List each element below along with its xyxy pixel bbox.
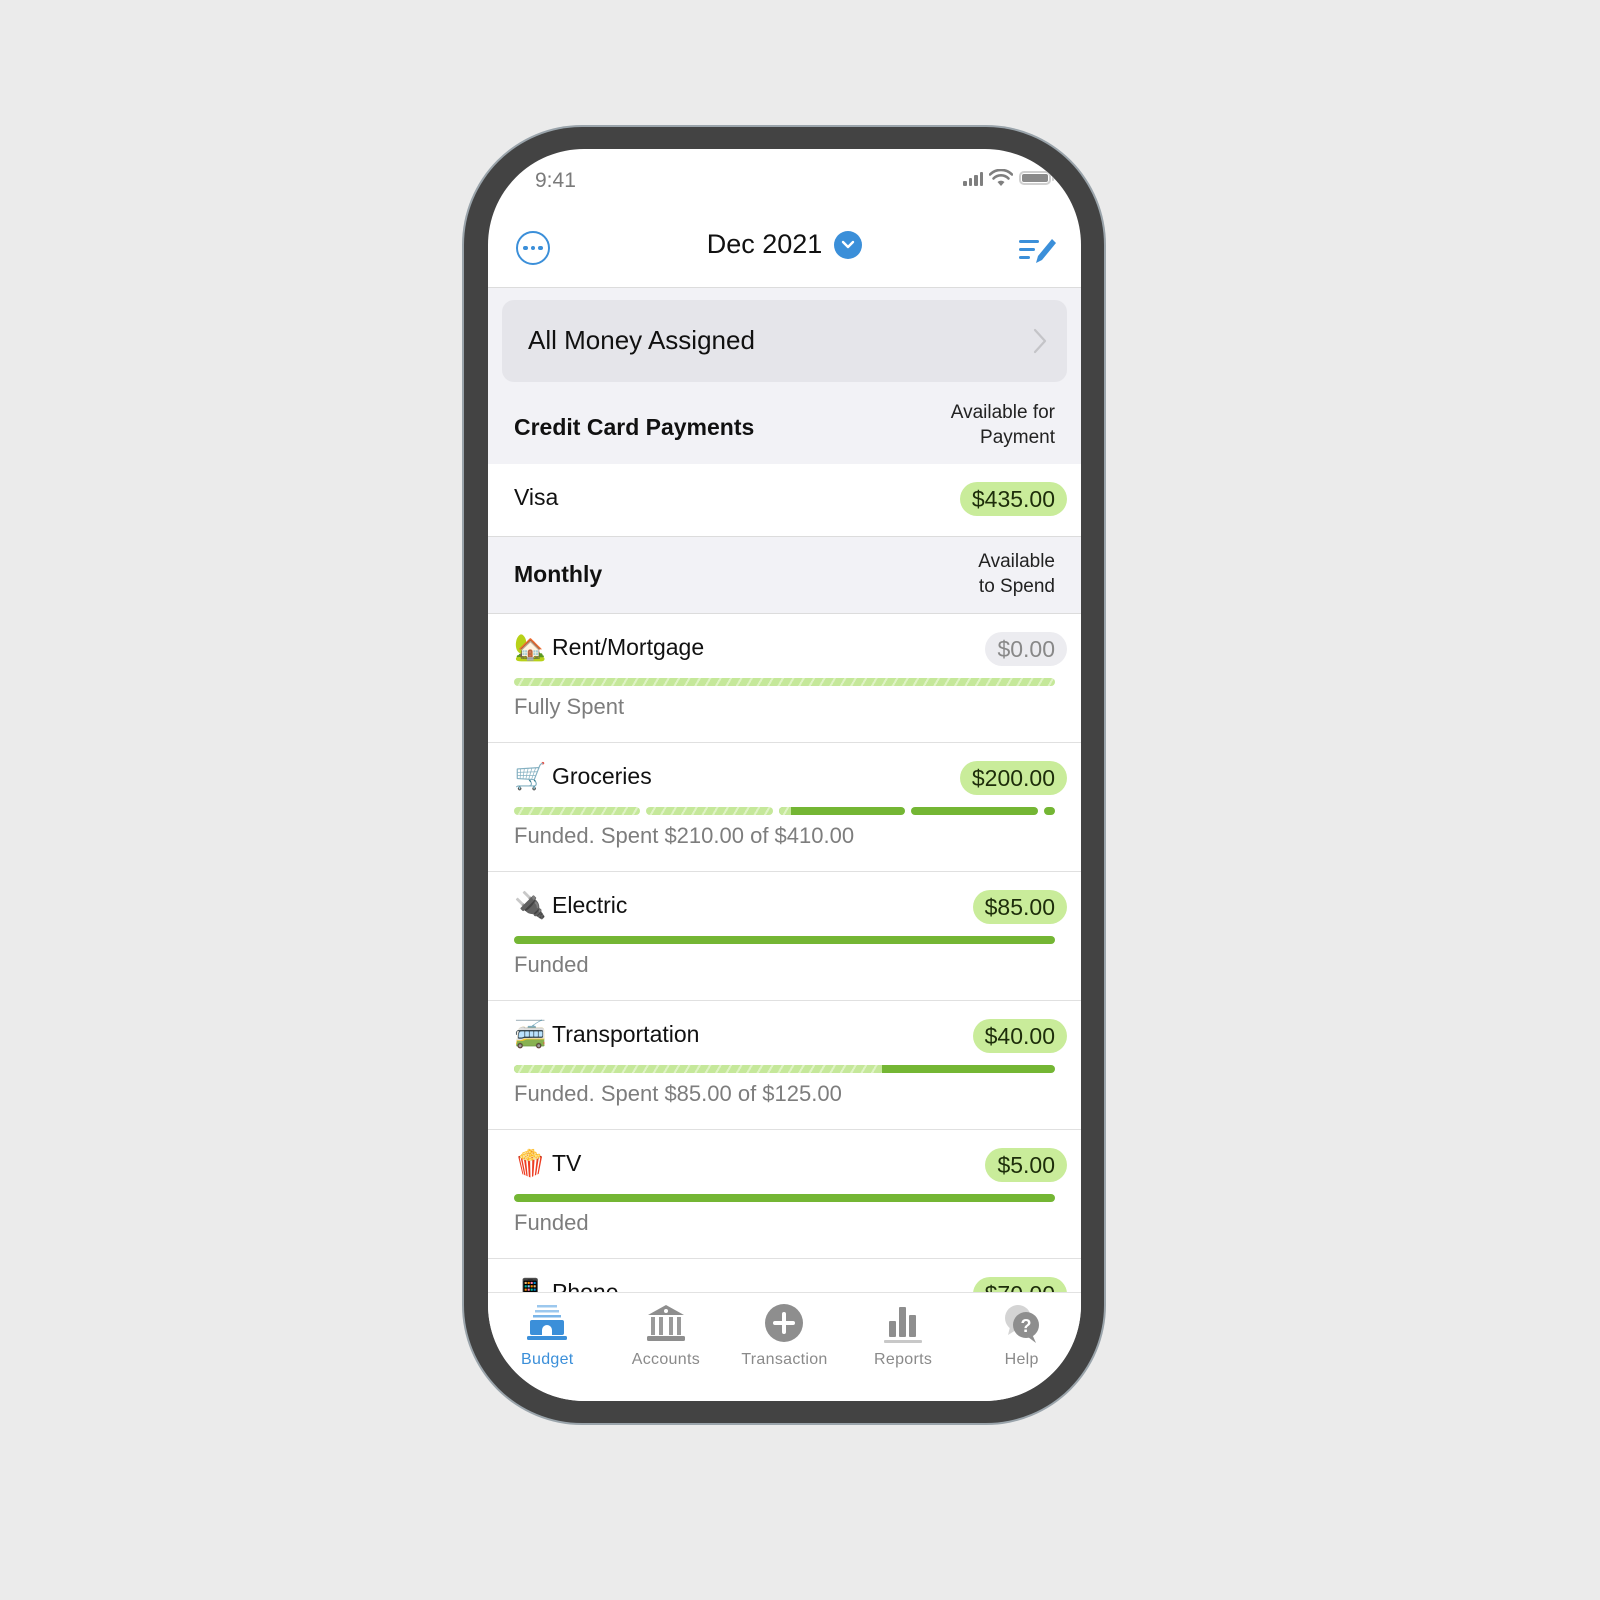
category-name: TV — [552, 1150, 582, 1176]
tab-transaction[interactable]: Transaction — [725, 1293, 844, 1401]
category-emoji-icon: 📱 — [514, 1277, 547, 1292]
all-money-assigned-banner[interactable]: All Money Assigned — [502, 300, 1067, 382]
category-progress-bar — [514, 807, 1055, 815]
budget-content: All Money Assigned Credit Card Payments … — [488, 288, 1081, 1292]
month-selector[interactable]: Dec 2021 — [488, 229, 1081, 260]
category-status: Funded — [514, 952, 589, 977]
status-icons — [963, 169, 1054, 187]
progress-segment — [514, 678, 1055, 686]
category-row[interactable]: 🚎 Transportation $40.00 Funded. Spent $85.0… — [488, 1001, 1081, 1130]
available-amount-pill[interactable]: $85.00 — [972, 890, 1067, 924]
category-name: Groceries — [552, 763, 652, 789]
chevron-right-icon — [1033, 328, 1047, 354]
category-name: Transportation — [552, 1021, 700, 1047]
progress-segment — [646, 807, 773, 815]
category-progress-bar — [514, 678, 1055, 686]
progress-segment — [514, 1194, 1055, 1202]
bar-chart-icon — [884, 1307, 923, 1343]
category-row[interactable]: 🏡 Rent/Mortgage $0.00 Fully Spent — [488, 614, 1081, 743]
bank-icon — [646, 1305, 685, 1341]
progress-segment — [514, 807, 641, 815]
category-emoji-icon: 🏡 — [514, 632, 547, 662]
category-progress-bar — [514, 936, 1055, 944]
category-emoji-icon: 🚎 — [514, 1019, 547, 1049]
progress-segment — [911, 807, 1038, 815]
category-emoji-icon: 🛒 — [514, 761, 547, 791]
category-name: Phone — [552, 1279, 619, 1292]
cellular-signal-icon — [963, 170, 983, 186]
status-time: 9:41 — [535, 169, 576, 192]
progress-segment — [514, 1065, 1055, 1073]
category-status: Fully Spent — [514, 694, 625, 719]
tab-label: Accounts — [631, 1351, 700, 1368]
svg-text:?: ? — [1020, 1316, 1031, 1336]
chevron-down-icon — [834, 230, 863, 259]
edit-list-icon[interactable] — [1017, 233, 1059, 267]
category-row[interactable]: 🛒 Groceries $200.00 Funded. Spent $210.00 o… — [488, 743, 1081, 872]
monthly-section-header: Monthly Available to Spend — [488, 537, 1081, 614]
section-title: Monthly — [514, 561, 603, 587]
phone-screen: 9:41 Dec 2021 All Money Assigned Credit … — [488, 149, 1081, 1401]
tab-budget[interactable]: Budget — [488, 1293, 607, 1401]
available-amount-pill[interactable]: $40.00 — [972, 1019, 1067, 1053]
help-bubble-icon: ? — [1004, 1305, 1039, 1343]
tab-bar: Budget Accounts Transaction Reports ? He… — [488, 1292, 1081, 1401]
tab-help[interactable]: ? Help — [962, 1293, 1081, 1401]
tab-label: Reports — [874, 1351, 933, 1368]
tab-accounts[interactable]: Accounts — [607, 1293, 726, 1401]
credit-card-section-header: Credit Card Payments Available for Payme… — [488, 388, 1081, 465]
phone-frame: 9:41 Dec 2021 All Money Assigned Credit … — [464, 127, 1104, 1423]
credit-card-row-visa[interactable]: Visa $435.00 — [488, 464, 1081, 537]
category-row[interactable]: 🔌 Electric $85.00 Funded — [488, 872, 1081, 1001]
category-progress-bar — [514, 1194, 1055, 1202]
category-status: Funded. Spent $85.00 of $125.00 — [514, 1081, 842, 1106]
tab-reports[interactable]: Reports — [844, 1293, 963, 1401]
category-status: Funded. Spent $210.00 of $410.00 — [514, 823, 855, 848]
progress-segment — [1043, 807, 1055, 815]
progress-segment — [514, 936, 1055, 944]
category-name: Electric — [552, 892, 628, 918]
available-amount-pill[interactable]: $435.00 — [959, 482, 1067, 516]
section-column-label: Available for Payment — [950, 402, 1055, 448]
plus-circle-icon — [765, 1304, 804, 1342]
available-amount-pill[interactable]: $5.00 — [985, 1148, 1067, 1182]
tab-label: Budget — [521, 1351, 574, 1368]
category-status: Funded — [514, 1210, 589, 1235]
row-name: Visa — [514, 484, 559, 510]
category-row[interactable]: 🍿 TV $5.00 Funded — [488, 1130, 1081, 1259]
wifi-icon — [989, 169, 1013, 186]
month-title: Dec 2021 — [706, 229, 823, 259]
available-amount-pill[interactable]: $0.00 — [985, 632, 1067, 666]
available-amount-pill[interactable]: $200.00 — [959, 761, 1067, 795]
banner-label: All Money Assigned — [528, 325, 755, 355]
section-title: Credit Card Payments — [514, 414, 755, 440]
budget-icon — [527, 1305, 568, 1340]
battery-icon — [1019, 171, 1054, 185]
status-bar: 9:41 — [488, 149, 1081, 219]
section-column-label: Available to Spend — [978, 551, 1055, 597]
nav-bar: Dec 2021 — [488, 219, 1081, 288]
category-emoji-icon: 🔌 — [514, 890, 547, 920]
category-progress-bar — [514, 1065, 1055, 1073]
tab-label: Help — [1004, 1351, 1039, 1368]
category-emoji-icon: 🍿 — [514, 1148, 547, 1178]
tab-label: Transaction — [741, 1351, 828, 1368]
progress-segment — [778, 807, 906, 815]
category-row[interactable]: 📱 Phone $70.00 — [488, 1259, 1081, 1292]
available-amount-pill[interactable]: $70.00 — [972, 1277, 1067, 1292]
category-name: Rent/Mortgage — [552, 634, 705, 660]
